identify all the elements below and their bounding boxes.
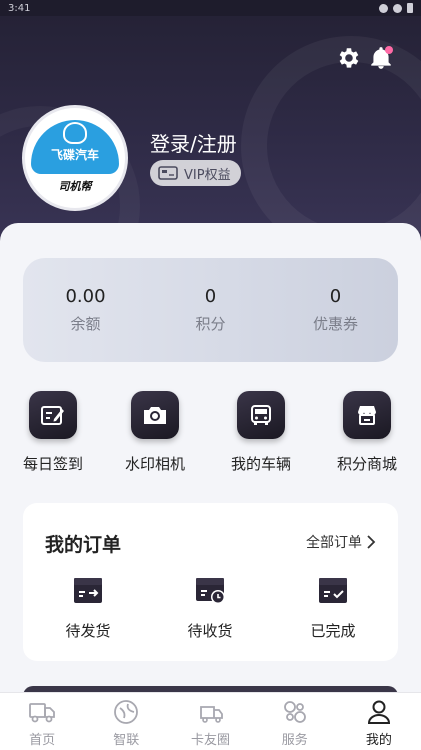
orders-title: 我的订单	[45, 534, 122, 556]
tab-label: 卡友圈	[191, 733, 231, 748]
stat-label: 积分	[195, 315, 226, 333]
brand-emblem-icon	[63, 122, 87, 144]
shop-icon	[343, 391, 391, 439]
pending-shipment-icon	[74, 578, 102, 603]
tab-label: 服务	[281, 733, 308, 748]
settings-gear-icon[interactable]	[335, 45, 361, 71]
tab-smart-link[interactable]: 智联	[84, 693, 168, 750]
vip-card-icon	[158, 166, 178, 180]
stat-label: 优惠券	[312, 315, 358, 333]
signal-icon	[379, 3, 388, 13]
stat-balance[interactable]: 0.00 余额	[23, 258, 148, 362]
status-time: 3:41	[8, 2, 31, 14]
quick-label: 我的车辆	[230, 455, 291, 473]
completed-icon	[319, 578, 347, 603]
stat-label: 余额	[70, 315, 101, 333]
tab-label: 我的	[365, 733, 392, 748]
order-label: 待发货	[65, 622, 111, 640]
quick-actions: 每日签到 水印相机 我的车辆 积分商城	[0, 391, 421, 481]
status-icons	[379, 3, 413, 13]
avatar-brand-text: 飞碟汽车	[50, 148, 99, 162]
all-orders-link[interactable]: 全部订单	[306, 532, 376, 552]
vip-label: VIP权益	[184, 167, 231, 183]
stat-value: 0	[204, 286, 217, 307]
notification-bell-icon[interactable]	[368, 45, 394, 71]
home-truck-icon	[29, 703, 55, 723]
smart-link-icon	[114, 700, 139, 724]
checkin-icon	[29, 391, 77, 439]
tab-community[interactable]: 卡友圈	[168, 693, 252, 750]
truck-icon	[237, 391, 285, 439]
order-label: 已完成	[310, 622, 356, 640]
wifi-icon	[393, 3, 402, 13]
order-label: 待收货	[187, 622, 233, 640]
avatar[interactable]: 飞碟汽车 司机帮	[22, 105, 128, 211]
stat-points[interactable]: 0 积分	[148, 258, 273, 362]
avatar-sub-text: 司机帮	[58, 180, 92, 193]
quick-label: 每日签到	[22, 455, 83, 473]
tab-service[interactable]: 服务	[253, 693, 337, 750]
profile-icon	[367, 700, 390, 724]
vip-benefits-button[interactable]: VIP权益	[150, 160, 241, 186]
my-orders-card: 我的订单 全部订单 待发货 待收货 已完成	[23, 503, 398, 661]
tab-mine[interactable]: 我的	[337, 693, 421, 750]
all-orders-label: 全部订单	[306, 535, 362, 551]
bottom-tab-bar: 首页 智联 卡友圈 服务 我的	[0, 692, 421, 750]
order-pending-shipment[interactable]: 待发货	[28, 575, 148, 641]
order-completed[interactable]: 已完成	[273, 575, 393, 641]
camera-icon	[131, 391, 179, 439]
quick-watermark-camera[interactable]: 水印相机	[110, 391, 200, 474]
pending-receipt-icon	[196, 578, 225, 604]
login-register-link[interactable]: 登录/注册	[150, 128, 237, 157]
quick-my-vehicle[interactable]: 我的车辆	[216, 391, 306, 474]
order-pending-receipt[interactable]: 待收货	[150, 575, 270, 641]
tab-home[interactable]: 首页	[0, 693, 84, 750]
quick-label: 水印相机	[124, 455, 185, 473]
quick-label: 积分商城	[336, 455, 397, 473]
content-sheet: 0.00 余额 0 积分 0 优惠券 每日签到 水印相机 我的车辆 积分商城 我…	[0, 223, 421, 693]
service-icon	[283, 701, 306, 723]
battery-icon	[407, 3, 413, 13]
stat-value: 0	[329, 286, 342, 307]
status-bar: 3:41	[0, 0, 421, 16]
stat-value: 0.00	[65, 286, 106, 307]
quick-daily-checkin[interactable]: 每日签到	[8, 391, 98, 474]
stat-coupons[interactable]: 0 优惠券	[273, 258, 398, 362]
quick-points-mall[interactable]: 积分商城	[322, 391, 412, 474]
wallet-stats-card: 0.00 余额 0 积分 0 优惠券	[23, 258, 398, 362]
tab-label: 首页	[29, 733, 56, 748]
tab-label: 智联	[113, 733, 140, 748]
chevron-right-icon	[367, 535, 376, 549]
notification-badge	[385, 46, 393, 54]
community-icon	[199, 706, 223, 723]
